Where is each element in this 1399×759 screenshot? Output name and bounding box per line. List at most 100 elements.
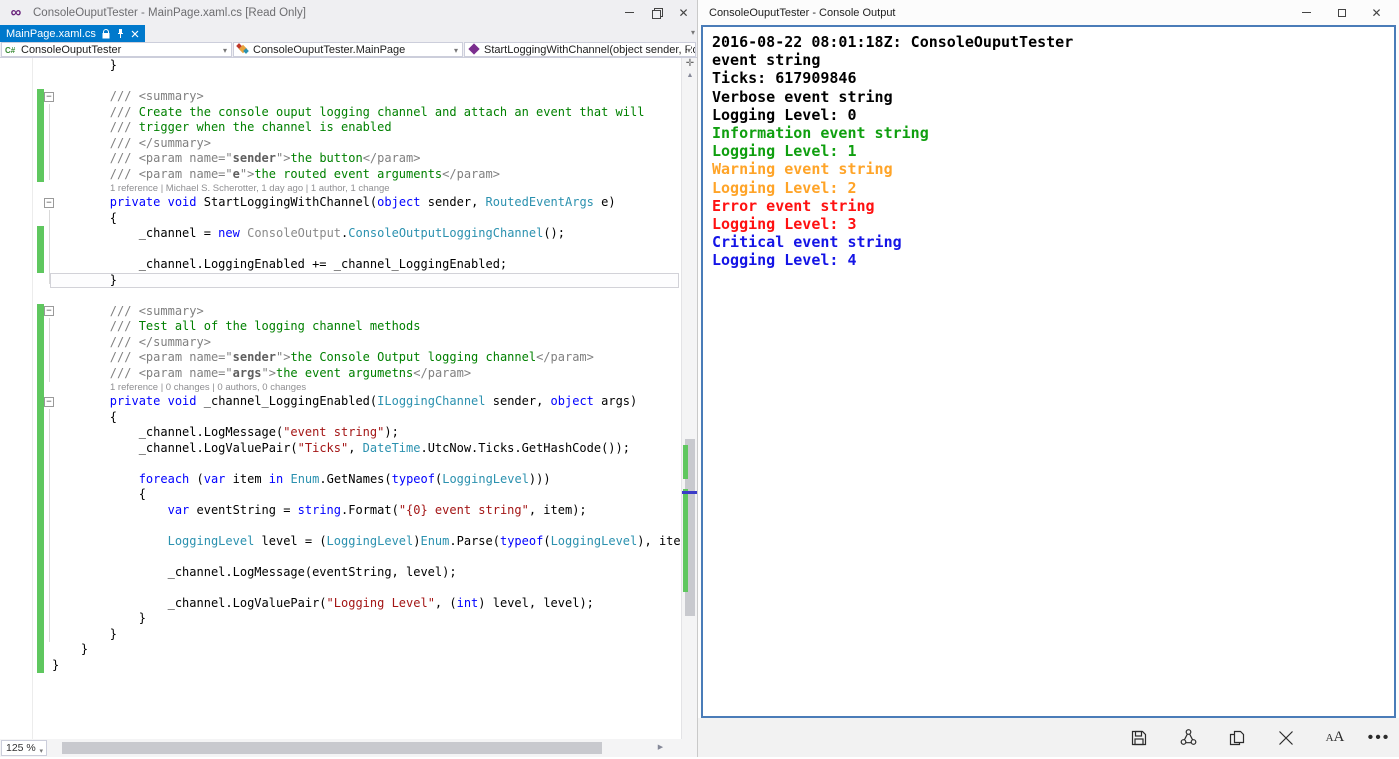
code-line: LoggingLevel level = (LoggingLevel)Enum.… <box>0 533 702 549</box>
console-output-window: ConsoleOuputTester - Console Output ✕ 20… <box>698 0 1399 757</box>
code-text: _channel.LogValuePair("Logging Level", (… <box>52 595 594 610</box>
code-line: /// <param name="e">the routed event arg… <box>0 166 681 182</box>
code-line: /// Test all of the logging channel meth… <box>0 319 681 335</box>
change-bar <box>37 394 44 410</box>
project-dropdown-value: ConsoleOuputTester <box>21 43 122 56</box>
lock-icon <box>102 28 110 39</box>
member-dropdown-value: StartLoggingWithChannel(object sender, R… <box>484 43 695 56</box>
code-line: } <box>0 58 681 74</box>
console-line: Critical event string <box>712 233 902 252</box>
change-bar <box>37 471 44 487</box>
code-line: _channel.LogMessage("event string"); <box>0 425 681 441</box>
code-line: /// </summary> <box>0 334 681 350</box>
code-line: { <box>0 409 681 425</box>
code-text: /// </summary> <box>52 334 211 349</box>
code-line: /// <param name="args">the event argumet… <box>0 365 681 381</box>
code-text: } <box>52 58 118 72</box>
codelens-line[interactable]: 1 reference | 0 changes | 0 authors, 0 c… <box>0 381 681 394</box>
code-line <box>0 241 681 257</box>
vs-close-button[interactable]: ✕ <box>670 0 697 25</box>
code-line: var eventString = string.Format("{0} eve… <box>0 502 681 518</box>
code-line <box>0 580 681 596</box>
change-bar <box>37 365 44 381</box>
code-text: 1 reference | 0 changes | 0 authors, 0 c… <box>110 382 307 393</box>
code-text: LoggingLevel level = (LoggingLevel)Enum.… <box>52 533 703 548</box>
change-bar <box>37 533 44 549</box>
code-text: } <box>52 626 118 641</box>
vs-restore-button[interactable] <box>643 0 670 25</box>
code-line: } <box>0 657 681 673</box>
tab-label: MainPage.xaml.cs <box>6 27 96 40</box>
change-map-mark <box>683 445 688 479</box>
change-bar <box>37 241 44 257</box>
code-text: /// <param name="sender">the Console Out… <box>52 350 594 364</box>
change-bar <box>37 487 44 503</box>
code-editor[interactable]: } − /// <summary> /// Create the console … <box>0 58 702 739</box>
console-line: event string <box>712 51 821 70</box>
zoom-level-dropdown[interactable]: 125 % ▾ <box>1 740 47 756</box>
more-icon[interactable]: ••• <box>1359 718 1399 757</box>
console-lines: 2016-08-22 08:01:18Z: ConsoleOuputTester… <box>712 33 1385 269</box>
code-line: /// Create the console ouput logging cha… <box>0 104 681 120</box>
change-bar <box>37 611 44 627</box>
console-close-button[interactable]: ✕ <box>1359 0 1394 25</box>
console-line: Verbose event string <box>712 87 893 106</box>
vs-titlebar: ∞ ConsoleOuputTester - MainPage.xaml.cs … <box>0 0 699 25</box>
tab-mainpage-xaml-cs[interactable]: MainPage.xaml.cs <box>0 25 145 42</box>
code-text: /// <summary> <box>52 303 204 318</box>
pin-icon[interactable] <box>116 29 125 38</box>
code-line: _channel = new ConsoleOutput.ConsoleOutp… <box>0 226 681 242</box>
scroll-up-arrow-icon[interactable]: ▲ <box>682 69 698 82</box>
change-bar <box>37 502 44 518</box>
scroll-right-arrow-icon[interactable]: ▶ <box>654 740 667 756</box>
code-line: { <box>0 487 681 503</box>
share-icon[interactable] <box>1168 718 1208 757</box>
code-text: /// <param name="e">the routed event arg… <box>52 166 500 181</box>
code-text: var eventString = string.Format("{0} eve… <box>52 502 587 517</box>
code-line: _channel.LogValuePair("Ticks", DateTime.… <box>0 440 681 456</box>
copy-icon[interactable] <box>1217 718 1257 757</box>
chevron-down-icon: ▾ <box>453 46 458 55</box>
code-line <box>0 549 681 565</box>
chevron-down-icon: ▾ <box>222 46 227 55</box>
code-line: _channel.LoggingEnabled += _channel_Logg… <box>0 257 681 273</box>
clear-icon[interactable] <box>1266 718 1306 757</box>
change-bar <box>37 303 44 319</box>
class-dropdown[interactable]: ConsoleOuputTester.MainPage ▾ <box>233 42 463 57</box>
console-appbar: AA ••• <box>698 718 1399 757</box>
console-window-title: ConsoleOuputTester - Console Output <box>709 6 896 19</box>
code-line: } <box>0 611 681 627</box>
console-line: Warning event string <box>712 160 893 179</box>
code-text: { <box>52 409 118 424</box>
vs-minimize-button[interactable] <box>616 0 643 25</box>
vertical-scrollbar[interactable]: ✛ ▲ ▼ <box>681 58 698 752</box>
code-line <box>0 456 681 472</box>
tab-overflow-chevron-icon[interactable]: ▾ <box>691 28 695 37</box>
change-bar <box>37 595 44 611</box>
change-bar <box>37 456 44 472</box>
code-line: − private void _channel_LoggingEnabled(I… <box>0 394 681 410</box>
code-line: _channel.LogMessage(eventString, level); <box>0 564 681 580</box>
zoom-level-value: 125 % <box>6 742 36 754</box>
code-line: /// trigger when the channel is enabled <box>0 120 681 136</box>
code-text: _channel.LogMessage(eventString, level); <box>52 564 457 579</box>
horizontal-scrollbar-thumb[interactable] <box>62 742 602 754</box>
change-bar <box>37 440 44 456</box>
code-line: { <box>0 211 681 227</box>
tab-close-icon[interactable] <box>131 30 139 38</box>
code-text: foreach (var item in Enum.GetNames(typeo… <box>52 471 551 486</box>
font-size-icon[interactable]: AA <box>1315 718 1355 757</box>
codelens-line[interactable]: 1 reference | Michael S. Scherotter, 1 d… <box>0 182 681 195</box>
change-bar <box>37 334 44 350</box>
save-icon[interactable] <box>1119 718 1159 757</box>
member-dropdown[interactable]: StartLoggingWithChannel(object sender, R… <box>464 42 696 57</box>
console-minimize-button[interactable] <box>1289 0 1324 25</box>
console-line: Logging Level: 1 <box>712 142 857 161</box>
code-lines: } − /// <summary> /// Create the console … <box>0 58 702 673</box>
console-maximize-button[interactable] <box>1324 0 1359 25</box>
visual-studio-logo-icon: ∞ <box>10 3 22 21</box>
horizontal-scrollbar[interactable] <box>48 740 668 756</box>
visual-studio-window: ∞ ConsoleOuputTester - MainPage.xaml.cs … <box>0 0 702 757</box>
project-dropdown[interactable]: C# ConsoleOuputTester ▾ <box>1 42 232 57</box>
